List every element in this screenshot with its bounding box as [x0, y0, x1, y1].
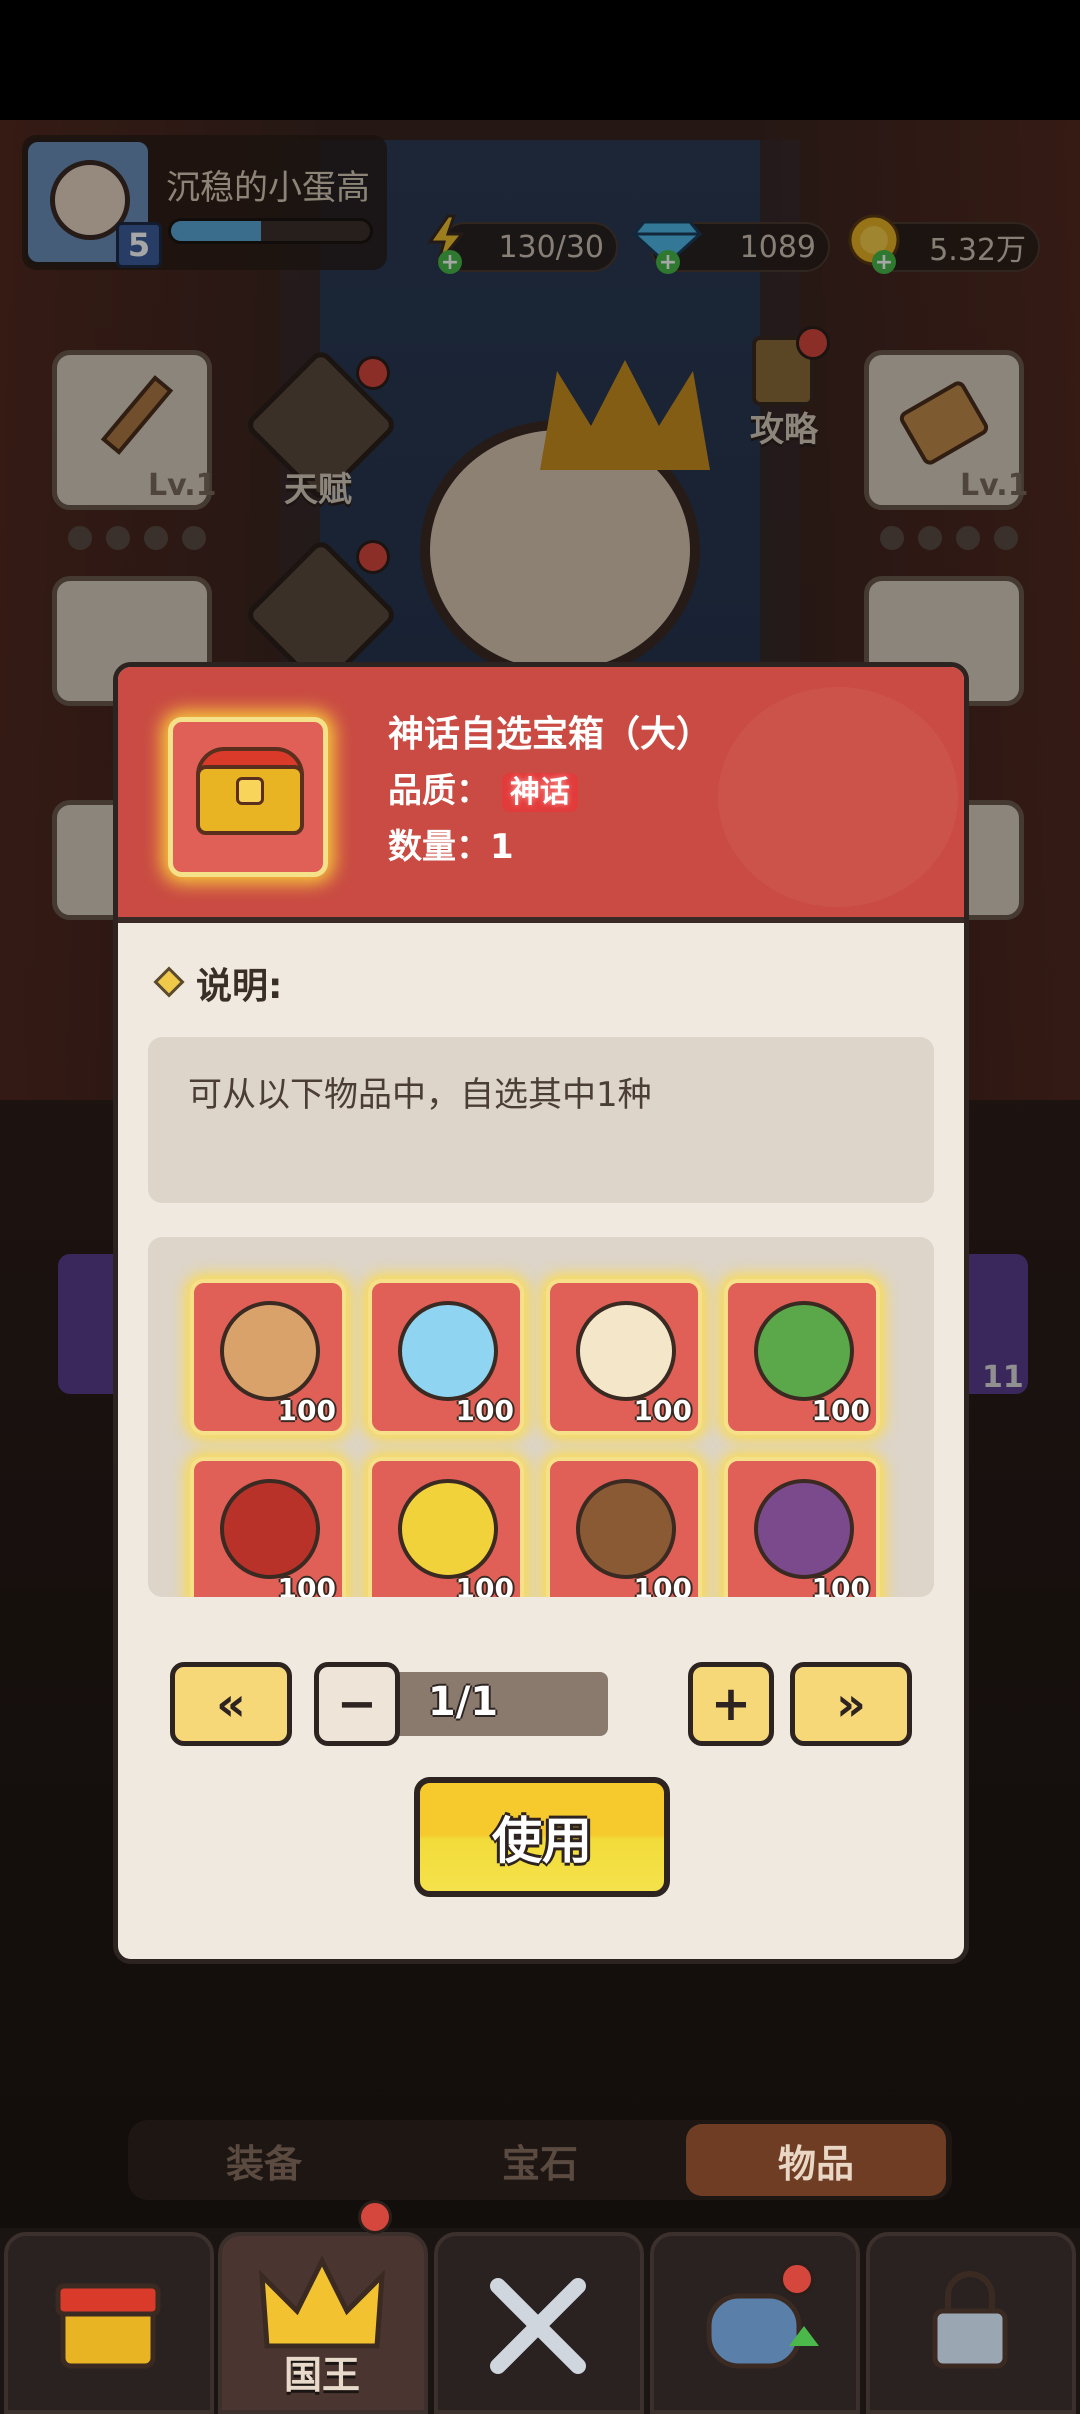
tab-equipment[interactable]: 装备	[134, 2124, 394, 2196]
tab-items[interactable]: 物品	[686, 2124, 946, 2196]
scarecrow-hero-icon	[754, 1479, 854, 1579]
header-decoration	[718, 687, 958, 907]
reward-item[interactable]: 100	[190, 1457, 346, 1597]
nav-battle[interactable]	[434, 2232, 644, 2414]
warrior-hero-icon	[576, 1479, 676, 1579]
heroes-notification-dot	[780, 2262, 814, 2296]
use-button[interactable]: 使用	[414, 1777, 670, 1897]
reward-item[interactable]: 100	[546, 1279, 702, 1435]
description-text: 可从以下物品中，自选其中1种	[188, 1075, 652, 1115]
quantity-row: 数量：1	[388, 819, 514, 868]
reward-quantity: 100	[633, 1394, 692, 1427]
crossed-swords-icon	[490, 2278, 586, 2374]
shop-icon	[55, 2283, 161, 2369]
angel-hero-icon	[576, 1301, 676, 1401]
reward-item[interactable]: 100	[724, 1457, 880, 1597]
reward-quantity: 100	[455, 1572, 514, 1597]
quality-row: 品质： 神话	[388, 763, 578, 812]
duck-hero-icon	[398, 1479, 498, 1579]
reward-item[interactable]: 100	[368, 1457, 524, 1597]
plus-button[interactable]: +	[688, 1662, 774, 1746]
nav-king-label: 国王	[284, 2353, 361, 2397]
helmet-icon	[706, 2293, 819, 2369]
description-box	[148, 1037, 934, 1203]
reward-quantity: 100	[633, 1572, 692, 1597]
reward-quantity: 100	[811, 1572, 870, 1597]
last-page-button[interactable]: »	[790, 1662, 912, 1746]
reward-item[interactable]: 100	[368, 1279, 524, 1435]
description-bullet-icon	[153, 966, 185, 998]
status-bar	[0, 0, 1080, 120]
nav-shop[interactable]	[4, 2232, 214, 2414]
item-detail-modal: 神话自选宝箱（大） 品质： 神话 数量：1 说明: 可从以下物品中，自选其中1种…	[113, 662, 969, 1964]
reward-quantity: 100	[277, 1394, 336, 1427]
first-page-button[interactable]: «	[170, 1662, 292, 1746]
description-heading: 说明:	[196, 966, 283, 1007]
quality-label: 品质：	[388, 771, 490, 811]
fire-demon-hero-icon	[220, 1479, 320, 1579]
chest-lock	[236, 777, 264, 805]
reward-grid: 100 100 100 100 100 100 100 100	[148, 1237, 934, 1597]
orc-hero-icon	[754, 1301, 854, 1401]
reward-quantity: 100	[455, 1394, 514, 1427]
reward-quantity: 100	[811, 1394, 870, 1427]
tab-gems[interactable]: 宝石	[410, 2124, 670, 2196]
reward-item[interactable]: 100	[724, 1279, 880, 1435]
ice-dragon-hero-icon	[398, 1301, 498, 1401]
reward-quantity: 100	[277, 1572, 336, 1597]
king-notification-dot	[358, 2200, 392, 2234]
nav-heroes[interactable]	[650, 2232, 860, 2414]
reward-item[interactable]: 100	[190, 1279, 346, 1435]
quantity-label: 数量：	[388, 827, 490, 867]
monkey-hero-icon	[220, 1301, 320, 1401]
page-indicator: 1/1	[427, 1679, 499, 1725]
reward-item[interactable]: 100	[546, 1457, 702, 1597]
lock-icon	[932, 2271, 1008, 2369]
quantity-value: 1	[490, 827, 514, 867]
header-divider	[118, 917, 964, 923]
quality-badge: 神话	[501, 773, 578, 812]
nav-locked[interactable]	[866, 2232, 1076, 2414]
item-name: 神话自选宝箱（大）	[388, 714, 713, 755]
